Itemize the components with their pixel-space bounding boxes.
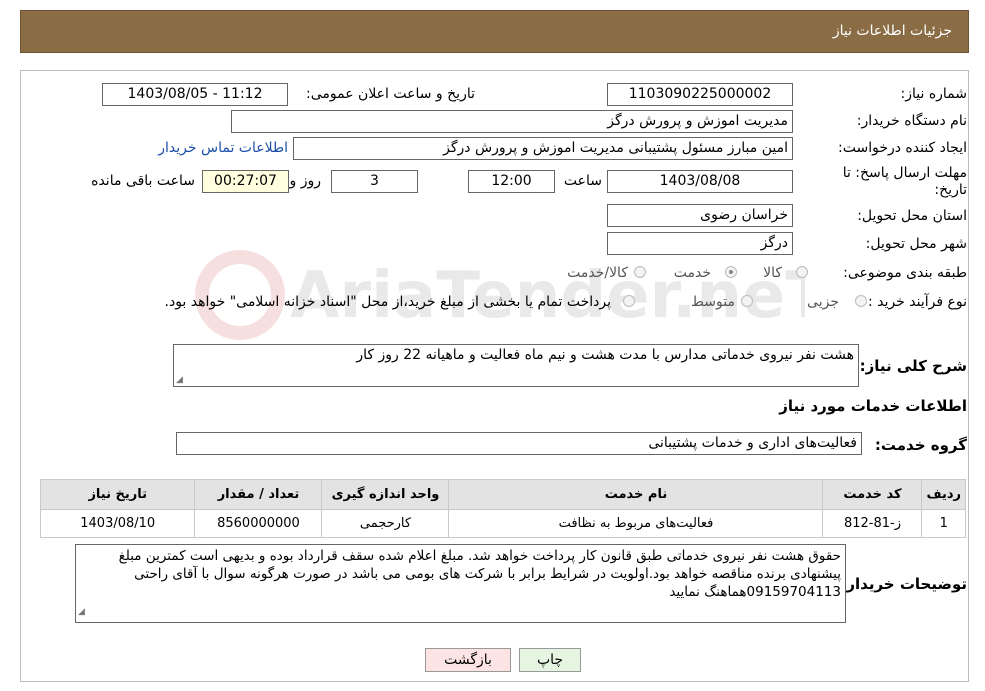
print-button[interactable]: چاپ [519, 648, 581, 672]
back-button[interactable]: بازگشت [425, 648, 511, 672]
cell-quantity: 8560000000 [194, 509, 323, 538]
resize-grip-icon[interactable]: ◢ [78, 603, 85, 621]
buyer-name-label: نام دستگاه خریدار: [856, 113, 967, 129]
category-option-goods: کالا [763, 265, 782, 281]
announce-date-label: تاریخ و ساعت اعلان عمومی: [306, 86, 475, 102]
category-option-service: خدمت [673, 265, 711, 281]
category-radio-goods[interactable] [796, 266, 808, 278]
description-label: شرح کلی نیاز: [859, 357, 967, 375]
days-remaining-field: 3 [331, 170, 418, 193]
cell-unit: کارحجمی [321, 509, 450, 538]
resize-grip-icon[interactable]: ◢ [176, 375, 183, 385]
process-type-label: نوع فرآیند خرید : [868, 294, 967, 310]
process-option-medium: متوسط [691, 294, 735, 310]
deadline-label-date: تاریخ: [934, 182, 967, 198]
announce-date-field: 1403/08/05 - 11:12 [102, 83, 288, 106]
service-group-label: گروه خدمت: [874, 436, 967, 454]
category-radio-goods-service[interactable] [634, 266, 646, 278]
col-header-service-name: نام خدمت [448, 479, 824, 510]
service-group-field: فعالیت‌های اداری و خدمات پشتیبانی [176, 432, 862, 455]
category-label: طبقه بندی موضوعی: [843, 265, 967, 281]
table-row: 1 ز-81-812 فعالیت‌های مربوط به نظافت کار… [39, 509, 966, 538]
deadline-label: مهلت ارسال پاسخ: تا [842, 165, 967, 181]
time-remaining-field: 00:27:07 [202, 170, 289, 193]
col-header-quantity: تعداد / مقدار [194, 479, 323, 510]
cell-service-name: فعالیت‌های مربوط به نظافت [448, 509, 824, 538]
need-number-label: شماره نیاز: [900, 86, 968, 102]
deadline-time-label: ساعت [563, 173, 602, 189]
province-label: استان محل تحویل: [857, 208, 967, 224]
col-header-row-number: ردیف [921, 479, 966, 510]
process-radio-minor[interactable] [855, 295, 867, 307]
need-number-field: 1103090225000002 [607, 83, 793, 106]
buyer-notes-label: توضیحات خریدار: [840, 575, 967, 593]
page-header: جزئیات اطلاعات نیاز [20, 10, 969, 53]
process-radio-medium[interactable] [741, 295, 753, 307]
buyer-notes-text: حقوق هشت نفر نیروی خدماتی طبق قانون کار … [118, 548, 841, 600]
col-header-unit: واحد اندازه گیری [321, 479, 450, 510]
city-field: درگز [607, 232, 793, 255]
buyer-contact-link[interactable]: اطلاعات تماس خریدار [158, 140, 288, 156]
creator-field: امین مبارز مسئول پشتیبانی مدیریت اموزش و… [293, 137, 793, 160]
city-label: شهر محل تحویل: [865, 236, 967, 252]
description-textarea[interactable]: هشت نفر نیروی خدماتی مدارس با مدت هشت و … [173, 344, 859, 387]
creator-label: ایجاد کننده درخواست: [838, 140, 967, 156]
category-option-goods-service: کالا/خدمت [567, 265, 628, 281]
col-header-service-code: کد خدمت [822, 479, 923, 510]
days-label: روز و [289, 173, 322, 189]
deadline-date-field: 1403/08/08 [607, 170, 793, 193]
description-text: هشت نفر نیروی خدماتی مدارس با مدت هشت و … [356, 347, 854, 363]
category-radio-service[interactable] [725, 266, 737, 278]
province-field: خراسان رضوی [607, 204, 793, 227]
process-option-minor: جزیی [807, 294, 839, 310]
deadline-time-field: 12:00 [468, 170, 555, 193]
services-table: ردیف کد خدمت نام خدمت واحد اندازه گیری ت… [39, 479, 966, 538]
page-title: جزئیات اطلاعات نیاز [832, 23, 952, 39]
cell-need-date: 1403/08/10 [39, 509, 196, 538]
treasury-checkbox[interactable] [623, 295, 635, 307]
cell-service-code: ز-81-812 [822, 509, 923, 538]
buyer-notes-textarea[interactable]: حقوق هشت نفر نیروی خدماتی طبق قانون کار … [75, 544, 846, 623]
buyer-name-field: مدیریت اموزش و پرورش درگز [231, 110, 793, 133]
services-section-title: اطلاعات خدمات مورد نیاز [779, 397, 967, 415]
col-header-need-date: تاریخ نیاز [39, 479, 196, 510]
treasury-note: پرداخت تمام یا بخشی از مبلغ خرید،از محل … [164, 294, 611, 310]
table-header-row: ردیف کد خدمت نام خدمت واحد اندازه گیری ت… [39, 479, 966, 510]
cell-row-number: 1 [921, 509, 966, 538]
time-remaining-label: ساعت باقی مانده [91, 173, 195, 189]
